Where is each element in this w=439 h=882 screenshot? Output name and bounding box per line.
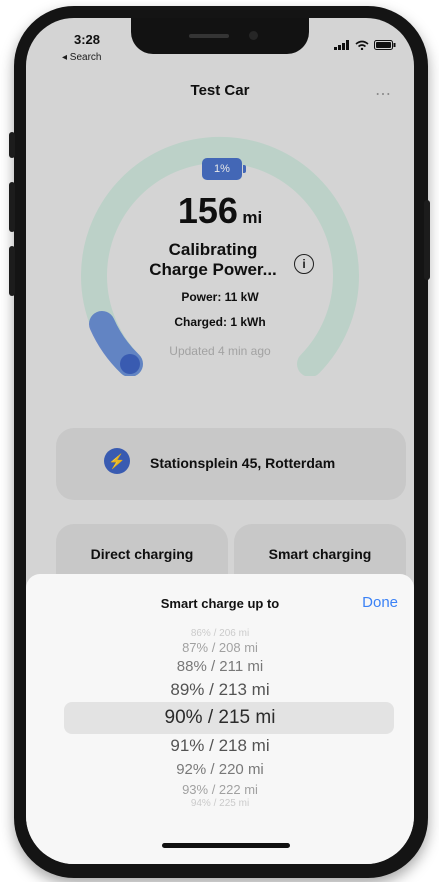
app-screen: 3:28 ◂ Search Test Car ⋯ 1% 156 mi Calib… xyxy=(26,18,414,864)
side-button-volume-up xyxy=(9,182,15,232)
charging-pin-icon: ⚡ xyxy=(104,448,130,474)
signal-icon xyxy=(334,40,349,50)
done-button[interactable]: Done xyxy=(362,594,398,611)
picker-option[interactable]: 94% / 225 mi xyxy=(26,798,414,809)
power-stat: Power: 11 kW xyxy=(181,290,259,304)
picker-option[interactable]: 89% / 213 mi xyxy=(26,680,414,700)
picker-option-selected[interactable]: 90% / 215 mi xyxy=(26,707,414,729)
status-icons xyxy=(334,40,396,50)
info-icon[interactable]: i xyxy=(294,254,314,274)
front-camera xyxy=(249,31,258,40)
updated-timestamp: Updated 4 min ago xyxy=(169,344,271,358)
page-title: Test Car xyxy=(190,82,250,99)
charge-status-line1: Calibrating xyxy=(168,240,258,259)
location-address: Stationsplein 45, Rotterdam xyxy=(150,455,336,471)
sheet-title: Smart charge up to xyxy=(160,596,280,611)
battery-icon xyxy=(374,40,396,50)
charging-location-card[interactable]: ⚡ Stationsplein 45, Rotterdam xyxy=(56,428,406,500)
back-to-search[interactable]: ◂ Search xyxy=(62,52,101,63)
direct-charging-label: Direct charging xyxy=(90,546,194,562)
range-unit: mi xyxy=(242,208,263,227)
home-indicator[interactable] xyxy=(162,843,290,848)
battery-badge: 1% xyxy=(202,158,246,180)
wifi-icon xyxy=(355,40,369,50)
smart-charging-label: Smart charging xyxy=(268,546,372,562)
charge-status-line2: Charge Power... xyxy=(149,260,277,279)
side-button-power xyxy=(424,200,430,280)
picker-option[interactable]: 86% / 206 mi xyxy=(26,628,414,639)
charge-status: Calibrating Charge Power... xyxy=(138,240,288,280)
side-button-volume-down xyxy=(9,246,15,296)
picker-option[interactable]: 91% / 218 mi xyxy=(26,736,414,756)
range-display: 156 mi xyxy=(26,190,414,232)
more-options-icon[interactable]: ⋯ xyxy=(375,84,392,104)
picker-option[interactable]: 92% / 220 mi xyxy=(26,761,414,778)
status-time: 3:28 xyxy=(74,32,101,47)
side-button-silent xyxy=(9,132,15,158)
smart-charge-sheet: Smart charge up to Done 86% / 206 mi 87%… xyxy=(26,574,414,864)
notch xyxy=(131,18,309,54)
picker-option[interactable]: 93% / 222 mi xyxy=(26,782,414,797)
picker-option[interactable]: 87% / 208 mi xyxy=(26,640,414,655)
charged-stat: Charged: 1 kWh xyxy=(174,315,266,329)
picker-option[interactable]: 88% / 211 mi xyxy=(26,658,414,675)
speaker-grille xyxy=(189,34,229,38)
charge-limit-picker[interactable]: 86% / 206 mi 87% / 208 mi 88% / 211 mi 8… xyxy=(26,626,414,812)
range-value: 156 xyxy=(177,190,238,231)
